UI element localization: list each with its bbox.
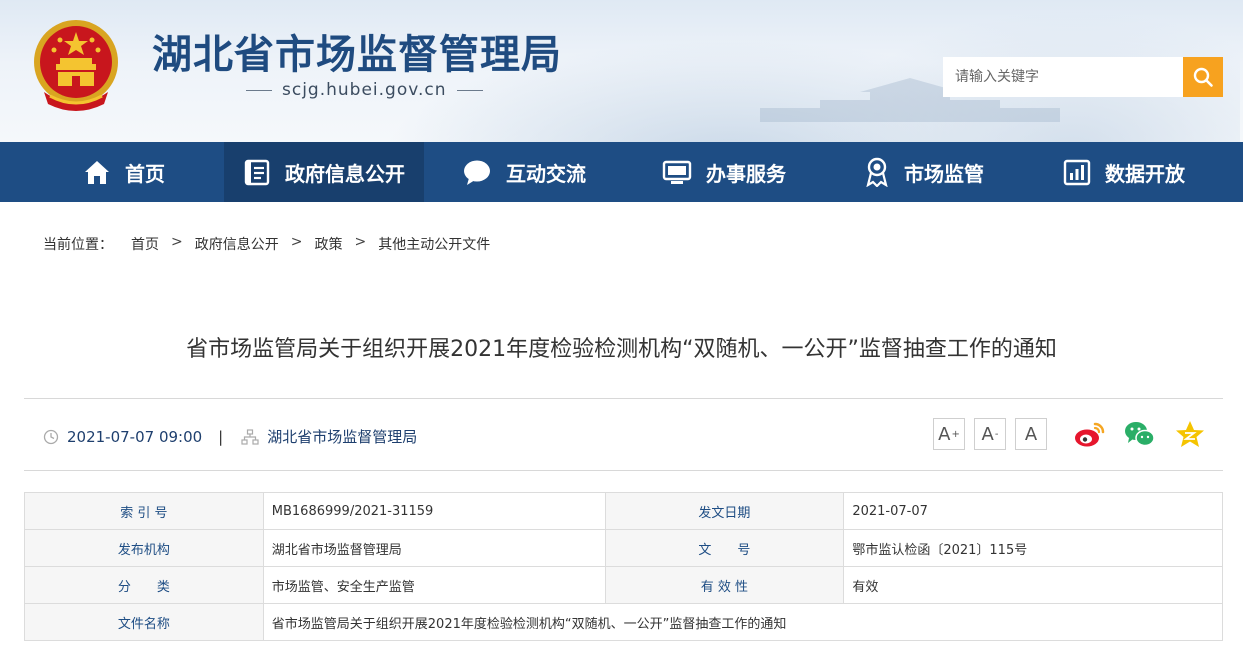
info-value-category: 市场监管、安全生产监管 [262,566,606,604]
font-increase-button[interactable]: A + [933,418,965,450]
site-title: 湖北省市场监督管理局 [152,32,562,78]
nav-item-home[interactable]: 首页 [24,142,224,202]
font-reset-button[interactable]: A [1015,418,1047,450]
meta-separator: | [218,427,224,446]
table-row: 发布机构 湖北省市场监督管理局 文 号 鄂市监认检函〔2021〕115号 [24,529,1223,567]
table-row: 分 类 市场监管、安全生产监管 有 效 性 有效 [24,566,1223,604]
wechat-icon [1125,422,1155,447]
share-buttons [1072,418,1208,450]
info-key-index-number: 索 引 号 [24,492,264,530]
font-decrease-letter: A [981,423,994,445]
info-key-issue-date: 发文日期 [604,492,845,530]
document-list-icon [244,159,270,186]
publish-datetime: 2021-07-07 09:00 [67,427,203,446]
share-qzone-button[interactable] [1172,418,1208,450]
nav-item-open-data[interactable]: 数据开放 [1024,142,1224,202]
breadcrumb-separator: > [354,234,367,250]
qzone-star-icon [1176,421,1204,447]
search-box [943,57,1223,97]
main-nav: 首页 政府信息公开 互动交流 办事服务 市场监管 数据开放 [0,142,1243,202]
search-input[interactable] [943,57,1183,97]
info-key-document-number: 文 号 [604,529,845,567]
site-url-row: scjg.hubei.gov.cn [246,80,483,100]
info-key-document-title: 文件名称 [24,603,264,641]
search-icon [1193,67,1213,87]
font-decrease-button[interactable]: A- [974,418,1006,450]
font-increase-letter: A [938,423,951,445]
breadcrumb-link-policy[interactable]: 政策 [314,234,342,254]
nav-item-label: 办事服务 [706,161,786,186]
share-weibo-button[interactable] [1072,418,1108,450]
document-info-table: 索 引 号 MB1686999/2021-31159 发文日期 2021-07-… [24,492,1224,641]
font-reset-letter: A [1024,423,1038,445]
article-tools: A + A- A [933,418,1208,450]
divider [24,398,1223,399]
search-button[interactable] [1183,57,1223,97]
article-title: 省市场监管局关于组织开展2021年度检验检测机构“双随机、一公开”监督抽查工作的… [186,337,1057,362]
monitor-icon [662,160,692,184]
nav-item-label: 数据开放 [1105,161,1185,186]
info-key-validity: 有 效 性 [604,566,845,604]
clock-icon [43,429,59,445]
organization-icon [241,428,259,445]
info-value-document-number: 鄂市监认检函〔2021〕115号 [843,529,1223,567]
nav-item-market-supervision[interactable]: 市场监管 [824,142,1024,202]
article-meta: 2021-07-07 09:00 | 湖北省市场监督管理局 [43,426,417,447]
info-value-issue-date: 2021-07-07 [843,492,1223,530]
info-key-category: 分 类 [24,566,264,604]
breadcrumb-separator: > [290,234,303,250]
nav-item-label: 政府信息公开 [285,161,405,186]
breadcrumb-separator: > [171,234,183,250]
table-row: 文件名称 省市场监管局关于组织开展2021年度检验检测机构“双随机、一公开”监督… [24,603,1224,641]
breadcrumb-link-other-files[interactable]: 其他主动公开文件 [378,234,490,254]
url-decor-line [456,89,483,91]
info-key-publisher: 发布机构 [24,529,264,567]
nav-item-services[interactable]: 办事服务 [624,142,824,202]
breadcrumb-link-government-info[interactable]: 政府信息公开 [195,234,279,254]
national-emblem-icon [34,20,118,111]
decrease-mark: - [994,428,999,440]
weibo-icon [1075,422,1105,447]
publisher: 湖北省市场监督管理局 [267,428,418,446]
site-url: scjg.hubei.gov.cn [282,80,447,100]
breadcrumb-label: 当前位置： [43,237,113,253]
divider [24,470,1223,471]
info-value-document-title: 省市场监管局关于组织开展2021年度检验检测机构“双随机、一公开”监督抽查工作的… [262,603,1224,641]
nav-item-interaction[interactable]: 互动交流 [424,142,624,202]
bar-chart-icon [1063,159,1091,186]
breadcrumb: 当前位置： 首页 > 政府信息公开 > 政策 > 其他主动公开文件 [43,234,490,254]
url-decor-line [246,89,272,91]
table-row: 索 引 号 MB1686999/2021-31159 发文日期 2021-07-… [24,492,1223,530]
increase-mark: + [951,428,960,440]
home-icon [85,161,109,184]
badge-icon [866,157,888,187]
nav-item-label: 市场监管 [904,161,984,186]
site-header: 湖北省市场监督管理局 scjg.hubei.gov.cn [0,0,1243,142]
chat-bubble-icon [464,160,490,185]
info-value-publisher: 湖北省市场监督管理局 [262,529,606,567]
nav-item-label: 首页 [125,161,165,186]
nav-item-label: 互动交流 [506,161,586,186]
info-value-validity: 有效 [843,566,1223,604]
info-value-index-number: MB1686999/2021-31159 [262,492,606,530]
share-wechat-button[interactable] [1122,418,1158,450]
breadcrumb-link-home[interactable]: 首页 [131,234,159,254]
nav-item-government-info[interactable]: 政府信息公开 [224,142,424,202]
